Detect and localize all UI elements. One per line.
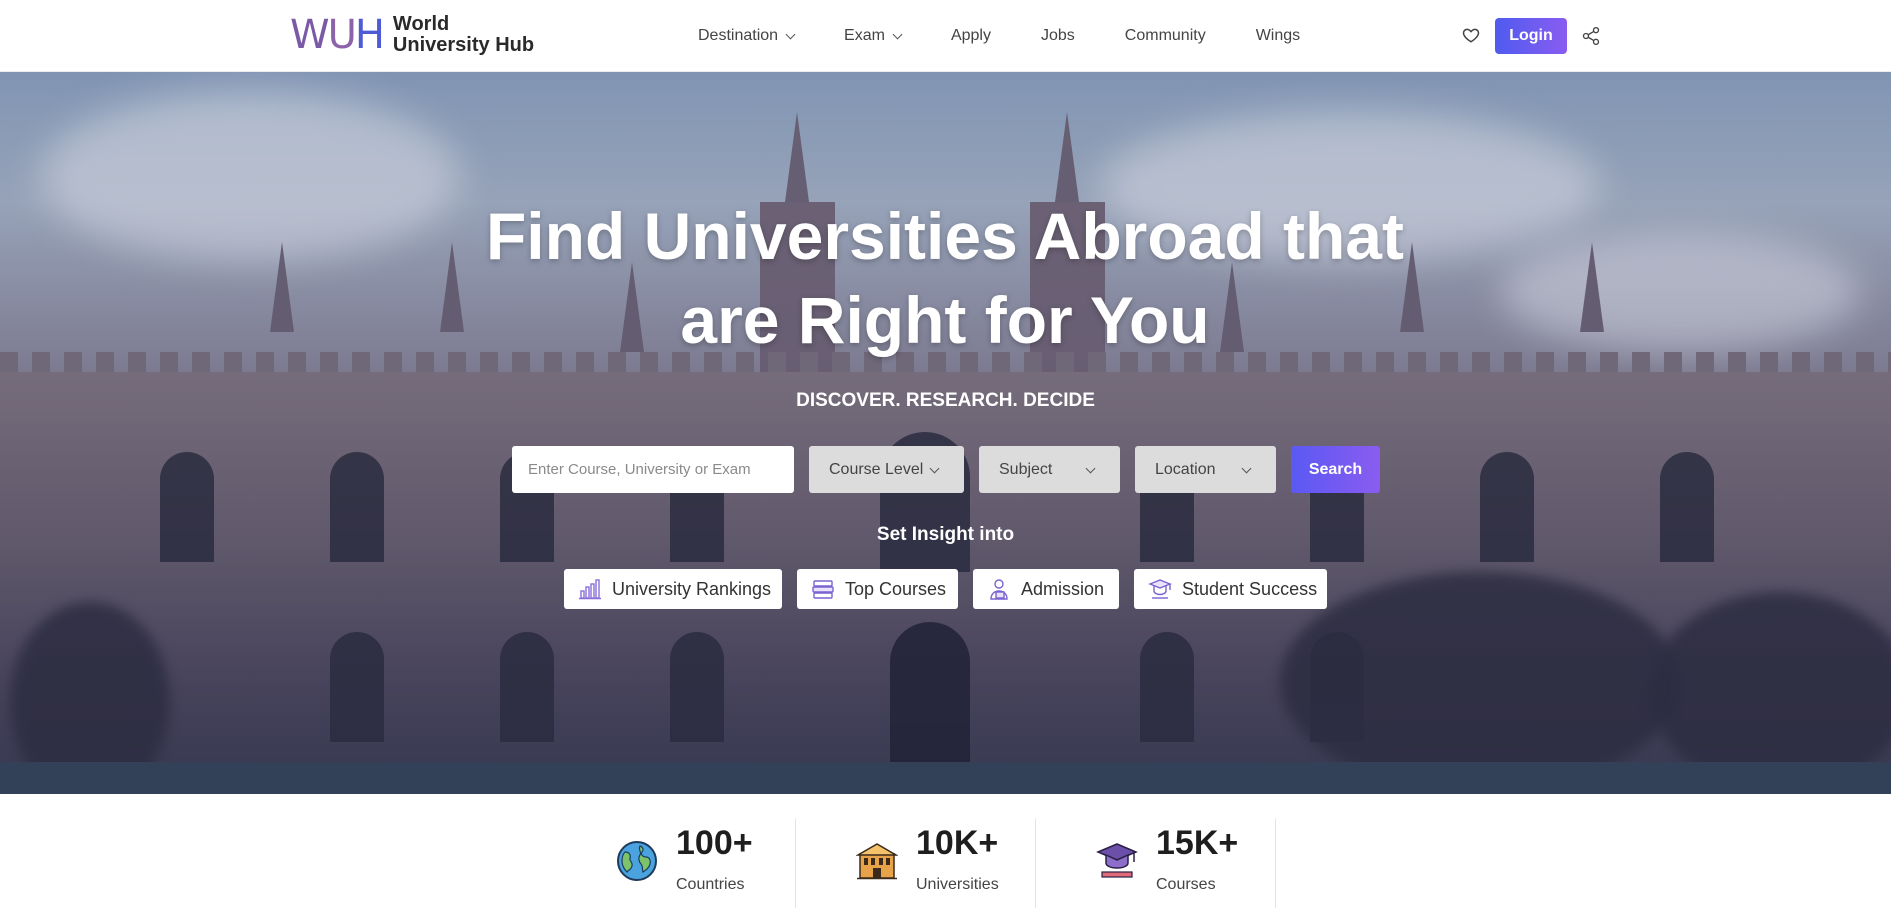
hero-section: Find Universities Abroad that are Right … xyxy=(0,72,1891,794)
logo-line-2: University Hub xyxy=(392,34,535,56)
subject-dropdown[interactable]: Subject xyxy=(979,446,1120,493)
site-header: WUH World University Hub Destination Exa… xyxy=(0,0,1891,72)
graduate-icon xyxy=(1148,579,1172,599)
chevron-down-icon xyxy=(929,463,940,474)
insight-admission[interactable]: Admission xyxy=(973,569,1119,609)
nav-label: Community xyxy=(1124,27,1206,44)
dropdown-label: Location xyxy=(1155,460,1216,478)
nav-label: Jobs xyxy=(1040,27,1075,44)
rankings-chart-icon xyxy=(579,579,601,600)
logo-line-1: World xyxy=(392,13,450,35)
chevron-down-icon xyxy=(785,29,796,39)
stat-divider xyxy=(1275,818,1276,908)
insight-student-success[interactable]: Student Success xyxy=(1134,569,1327,609)
chevron-down-icon xyxy=(892,29,903,39)
university-building-icon xyxy=(856,843,898,880)
pill-label: University Rankings xyxy=(612,578,772,599)
stat-divider xyxy=(795,818,796,908)
chevron-down-icon xyxy=(1241,463,1252,474)
pill-label: Student Success xyxy=(1182,578,1318,599)
nav-label: Exam xyxy=(844,27,885,44)
stats-section: 100+ Countries 10K+ Universities 15K+ Co… xyxy=(0,794,1891,908)
nav-item-jobs[interactable]: Jobs xyxy=(1041,27,1075,45)
stat-label: Countries xyxy=(676,876,745,893)
share-icon[interactable] xyxy=(1581,25,1601,47)
logo-wordmark: World University Hub xyxy=(393,14,534,56)
chevron-down-icon xyxy=(1085,463,1096,474)
hero-subtitle: DISCOVER. RESEARCH. DECIDE xyxy=(796,390,1095,411)
pill-label: Admission xyxy=(1021,578,1105,599)
course-level-dropdown[interactable]: Course Level xyxy=(809,446,964,493)
search-button[interactable]: Search xyxy=(1291,446,1380,493)
stat-value: 100+ xyxy=(676,824,753,862)
nav-item-community[interactable]: Community xyxy=(1125,27,1206,45)
admission-icon xyxy=(990,579,1008,600)
hero-overlay xyxy=(0,72,1891,794)
stat-countries: 100+ Countries xyxy=(616,824,786,908)
stat-label: Courses xyxy=(1156,876,1216,893)
login-button[interactable]: Login xyxy=(1495,18,1567,54)
nav-item-exam[interactable]: Exam xyxy=(844,27,903,45)
nav-label: Apply xyxy=(950,27,991,44)
dropdown-label: Subject xyxy=(999,460,1053,478)
pill-label: Top Courses xyxy=(845,578,947,599)
stat-value: 15K+ xyxy=(1156,824,1239,862)
insight-top-courses[interactable]: Top Courses xyxy=(797,569,958,609)
main-nav: Destination Exam Apply Jobs Community Wi… xyxy=(698,0,1300,72)
location-dropdown[interactable]: Location xyxy=(1135,446,1276,493)
hero-title: Find Universities Abroad that are Right … xyxy=(485,199,1404,357)
stat-divider xyxy=(1035,818,1036,908)
search-input[interactable] xyxy=(512,446,794,493)
insight-university-rankings[interactable]: University Rankings xyxy=(564,569,782,609)
stat-label: Universities xyxy=(916,876,999,893)
insight-title: Set Insight into xyxy=(876,524,1015,545)
nav-item-destination[interactable]: Destination xyxy=(698,27,796,45)
books-icon xyxy=(812,580,834,599)
stat-courses: 15K+ Courses xyxy=(1096,824,1266,908)
nav-label: Wings xyxy=(1255,27,1301,44)
stat-universities: 10K+ Universities xyxy=(856,824,1026,908)
dropdown-label: Course Level xyxy=(829,460,924,478)
site-logo[interactable]: WUH World University Hub xyxy=(290,12,534,58)
heart-icon[interactable] xyxy=(1462,26,1480,44)
nav-item-apply[interactable]: Apply xyxy=(951,27,991,45)
stat-value: 10K+ xyxy=(916,824,999,862)
logo-mark: WUH xyxy=(290,12,385,58)
nav-item-wings[interactable]: Wings xyxy=(1256,27,1300,45)
globe-icon xyxy=(617,841,657,881)
graduation-cap-icon xyxy=(1096,843,1138,878)
nav-label: Destination xyxy=(698,27,779,44)
